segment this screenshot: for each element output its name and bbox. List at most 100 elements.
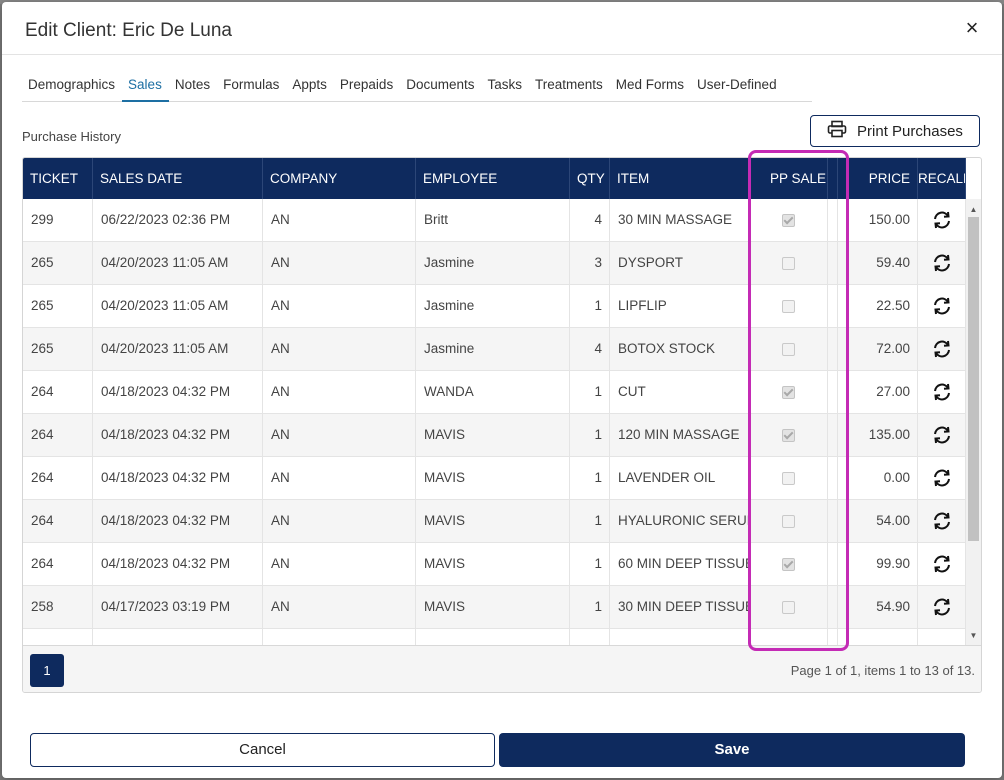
table-row[interactable]: 264 04/18/2023 04:32 PM AN WANDA 1 CUT 27.00 xyxy=(23,371,966,414)
tab-treatments[interactable]: Treatments xyxy=(529,74,610,100)
tab-demographics[interactable]: Demographics xyxy=(22,74,122,100)
refresh-icon[interactable] xyxy=(931,212,953,229)
table-row[interactable]: 299 06/22/2023 02:36 PM AN Britt 4 30 MIN MAS… xyxy=(23,199,966,242)
cell-price: 0.00 xyxy=(838,457,918,499)
printer-icon xyxy=(827,120,847,142)
cell-recall xyxy=(918,457,966,499)
cell-recall xyxy=(918,328,966,370)
refresh-icon[interactable] xyxy=(931,255,953,272)
scroll-up-arrow-icon[interactable]: ▲ xyxy=(966,203,981,217)
table-row[interactable]: 264 04/18/2023 04:32 PM AN MAVIS 1 HYALURONIC… xyxy=(23,500,966,543)
cell-pp-sale xyxy=(750,543,828,585)
cell-company: AN xyxy=(263,285,416,327)
scroll-thumb[interactable] xyxy=(968,217,979,541)
cell-pp-sale xyxy=(750,414,828,456)
pp-sale-checkbox[interactable] xyxy=(782,471,795,485)
column-header-pp-sale[interactable]: PP SALE xyxy=(750,158,828,199)
column-header-recall[interactable]: RECALL xyxy=(918,158,966,199)
cell-pp-sale xyxy=(750,500,828,542)
table-row[interactable]: 264 04/18/2023 04:32 PM AN MAVIS 1 60 MIN DEE… xyxy=(23,543,966,586)
cell-price: 22.50 xyxy=(838,285,918,327)
tab-user-defined[interactable]: User-Defined xyxy=(691,74,784,100)
table-row[interactable]: 264 04/18/2023 04:32 PM AN MAVIS 1 LAVENDER O… xyxy=(23,457,966,500)
column-header-sales-date[interactable]: SALES DATE xyxy=(93,158,263,199)
pp-sale-checkbox[interactable] xyxy=(782,342,795,356)
pp-sale-checkbox[interactable] xyxy=(782,299,795,313)
save-button[interactable]: Save xyxy=(499,733,965,767)
refresh-icon[interactable] xyxy=(931,513,953,530)
cancel-button[interactable]: Cancel xyxy=(30,733,495,767)
cell-pp-sale xyxy=(750,629,828,645)
table-row[interactable]: 258 04/17/2023 03:19 PM AN MAVIS 1 30 MIN DEE… xyxy=(23,586,966,629)
cell-company: AN xyxy=(263,371,416,413)
cell-price: 135.00 xyxy=(838,414,918,456)
refresh-icon[interactable] xyxy=(931,470,953,487)
cell-price: 27.00 xyxy=(838,371,918,413)
column-header-qty[interactable]: QTY xyxy=(570,158,610,199)
cell-sales-date: 04/18/2023 04:32 PM xyxy=(93,500,263,542)
close-icon[interactable]: × xyxy=(960,16,984,40)
table-row[interactable]: 264 04/18/2023 04:32 PM AN MAVIS 1 120 MIN MA… xyxy=(23,414,966,457)
cell-employee: MAVIS xyxy=(416,543,570,585)
refresh-icon[interactable] xyxy=(931,384,953,401)
pp-sale-checkbox[interactable] xyxy=(782,256,795,270)
cell-recall xyxy=(918,500,966,542)
tab-med-forms[interactable]: Med Forms xyxy=(610,74,691,100)
tab-sales[interactable]: Sales xyxy=(122,74,169,102)
pp-sale-checkbox[interactable] xyxy=(782,600,795,614)
refresh-icon[interactable] xyxy=(931,298,953,315)
cell-employee: Jasmine xyxy=(416,242,570,284)
grid-vertical-scrollbar[interactable]: ▲ ▼ xyxy=(966,199,981,645)
cell-sales-date: 04/20/2023 11:05 AM xyxy=(93,242,263,284)
table-row[interactable]: 265 04/20/2023 11:05 AM AN Jasmine 1 LIPFLIP 2… xyxy=(23,285,966,328)
tab-documents[interactable]: Documents xyxy=(400,74,481,100)
tab-appts[interactable]: Appts xyxy=(286,74,334,100)
column-header-ticket[interactable]: TICKET xyxy=(23,158,93,199)
cell-ticket: 264 xyxy=(23,414,93,456)
cell-sales-date: 04/18/2023 04:32 PM xyxy=(93,543,263,585)
tab-formulas[interactable]: Formulas xyxy=(217,74,286,100)
cell-pp-sale xyxy=(750,199,828,241)
refresh-icon[interactable] xyxy=(931,341,953,358)
refresh-icon[interactable] xyxy=(931,556,953,573)
cell-ticket: 299 xyxy=(23,199,93,241)
cell-company: AN xyxy=(263,328,416,370)
table-row[interactable]: 265 04/20/2023 11:05 AM AN Jasmine 3 DYSPORT 5… xyxy=(23,242,966,285)
tab-tasks[interactable]: Tasks xyxy=(481,74,529,100)
table-row[interactable] xyxy=(23,629,966,645)
cell-qty: 4 xyxy=(570,328,610,370)
cell-recall xyxy=(918,414,966,456)
grid-header: TICKET SALES DATE COMPANY EMPLOYEE QTY ITEM PP… xyxy=(23,158,966,199)
dialog-header: Edit Client: Eric De Luna × xyxy=(2,2,1002,55)
column-header-spacer[interactable] xyxy=(828,158,838,199)
cell-employee: Jasmine xyxy=(416,328,570,370)
cell-ticket: 258 xyxy=(23,586,93,628)
cell-pp-sale xyxy=(750,457,828,499)
column-header-employee[interactable]: EMPLOYEE xyxy=(416,158,570,199)
pp-sale-checkbox[interactable] xyxy=(782,428,795,442)
pp-sale-checkbox[interactable] xyxy=(782,385,795,399)
scroll-down-arrow-icon[interactable]: ▼ xyxy=(966,629,981,643)
pp-sale-checkbox[interactable] xyxy=(782,557,795,571)
cell-sales-date: 04/18/2023 04:32 PM xyxy=(93,457,263,499)
purchase-history-label: Purchase History xyxy=(22,129,121,144)
cell-ticket: 264 xyxy=(23,543,93,585)
pp-sale-checkbox[interactable] xyxy=(782,213,795,227)
print-purchases-button[interactable]: Print Purchases xyxy=(810,115,980,147)
column-header-item[interactable]: ITEM xyxy=(610,158,750,199)
column-header-company[interactable]: COMPANY xyxy=(263,158,416,199)
cell-item: 60 MIN DEEP TISSUE xyxy=(610,543,750,585)
cell-pp-sale xyxy=(750,371,828,413)
tab-notes[interactable]: Notes xyxy=(169,74,217,100)
pp-sale-checkbox[interactable] xyxy=(782,514,795,528)
tab-prepaids[interactable]: Prepaids xyxy=(334,74,400,100)
column-header-price[interactable]: PRICE xyxy=(838,158,918,199)
refresh-icon[interactable] xyxy=(931,599,953,616)
cell-spacer xyxy=(828,586,838,628)
cell-spacer xyxy=(828,500,838,542)
page-button-1[interactable]: 1 xyxy=(30,654,64,687)
table-row[interactable]: 265 04/20/2023 11:05 AM AN Jasmine 4 BOTOX ST… xyxy=(23,328,966,371)
cell-ticket: 264 xyxy=(23,371,93,413)
refresh-icon[interactable] xyxy=(931,427,953,444)
cell-employee: Britt xyxy=(416,199,570,241)
